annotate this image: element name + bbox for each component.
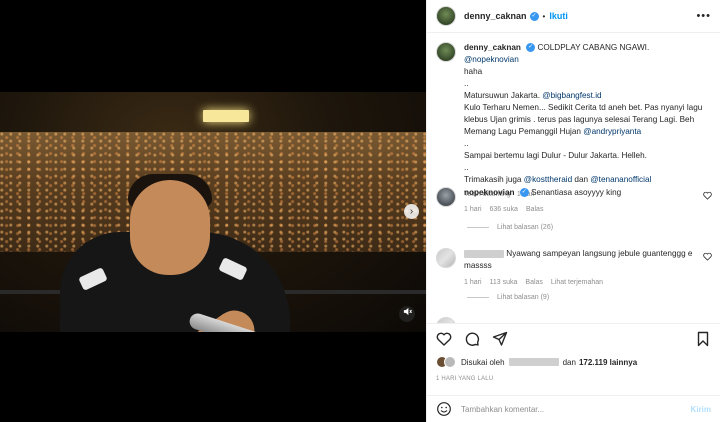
comment-input[interactable] <box>461 404 681 414</box>
mention-link[interactable]: @kosttheraid <box>524 175 572 184</box>
follow-button[interactable]: Ikuti <box>549 11 568 21</box>
comments-list[interactable]: denny_caknan ✓ COLDPLAY CABANG NGAWI. @n… <box>427 34 720 323</box>
shirt-print <box>78 267 108 291</box>
caption-line: Matursuwun Jakarta. <box>464 91 540 100</box>
caption-text: denny_caknan ✓ COLDPLAY CABANG NGAWI. @n… <box>464 42 706 201</box>
emoji-icon[interactable] <box>436 401 452 417</box>
caption-username[interactable]: denny_caknan <box>464 43 521 52</box>
caption-line: haha <box>464 67 483 76</box>
comment-time[interactable]: 1 hari <box>464 277 482 289</box>
avatar <box>444 356 456 368</box>
translate-button[interactable]: Lihat terjemahan <box>551 277 603 289</box>
caption-line: dan <box>574 175 589 184</box>
replies-divider <box>467 297 489 298</box>
caption-line: COLDPLAY CABANG NGAWI. <box>537 43 650 52</box>
avatar[interactable] <box>436 187 456 207</box>
replies-divider <box>467 227 489 228</box>
likes-summary[interactable]: Disukai oleh dan 172.119 lainnya <box>436 356 637 368</box>
bookmark-icon[interactable] <box>695 331 711 347</box>
reply-button[interactable]: Balas <box>525 277 543 289</box>
more-icon[interactable]: ••• <box>696 10 711 22</box>
stage-screen <box>203 110 249 122</box>
post-photo[interactable] <box>0 92 426 332</box>
caption-line: .. <box>464 139 469 148</box>
comment-text: Senantiasa asoyyyy king <box>531 188 622 197</box>
liker-username-redacted[interactable] <box>508 358 559 366</box>
view-replies-button[interactable]: Lihat balasan (26) <box>467 224 553 231</box>
comment-item: Nyawang sampeyan langsung jebule guanten… <box>436 248 716 289</box>
comment-composer: Kirim <box>427 395 720 422</box>
comment-meta: 1 hari 113 suka Balas Lihat terjemahan <box>464 277 696 289</box>
avatar[interactable] <box>436 248 456 268</box>
mention-link[interactable]: @andrypriyanta <box>583 127 641 136</box>
post-comment-button[interactable]: Kirim <box>691 405 711 414</box>
view-replies-button[interactable]: Lihat balasan (9) <box>467 294 549 301</box>
comment-body: nopeknovian ✓ Senantiasa asoyyyy king 1 … <box>464 187 696 216</box>
caption: denny_caknan ✓ COLDPLAY CABANG NGAWI. @n… <box>436 42 716 201</box>
mention-link[interactable]: @bigbangfest.id <box>542 91 601 100</box>
liker-avatars <box>436 356 456 368</box>
caption-line: .. <box>464 79 469 88</box>
view-replies-label: Lihat balasan (26) <box>497 224 554 231</box>
share-icon[interactable] <box>492 331 508 347</box>
verified-icon: ✓ <box>526 43 536 53</box>
singer-face <box>130 180 210 275</box>
post-header: denny_caknan ✓ • Ikuti ••• <box>427 0 720 33</box>
sound-muted-icon[interactable] <box>399 306 415 322</box>
view-replies-label: Lihat balasan (9) <box>497 294 550 301</box>
avatar[interactable] <box>436 6 456 26</box>
likes-count[interactable]: 172.119 lainnya <box>579 358 637 367</box>
heart-icon[interactable] <box>703 191 712 200</box>
heart-icon[interactable] <box>436 331 452 347</box>
verified-icon: ✓ <box>529 11 539 21</box>
caption-line: Sampai bertemu lagi Dulur - Dulur Jakart… <box>464 151 647 160</box>
mention-link[interactable]: @nopeknovian <box>464 55 519 64</box>
likes-and-label: dan <box>562 357 576 367</box>
post-panel: denny_caknan ✓ • Ikuti ••• denny_caknan … <box>426 0 720 422</box>
author-username[interactable]: denny_caknan <box>464 11 527 21</box>
post-dialog: › denny_caknan ✓ • Ikuti ••• denny_cakna… <box>0 0 720 422</box>
verified-icon: ✓ <box>519 188 529 198</box>
mention-link[interactable]: @tenananofficial <box>590 175 651 184</box>
comment-icon[interactable] <box>464 331 480 347</box>
avatar[interactable] <box>436 42 456 62</box>
comment-likes[interactable]: 113 suka <box>490 277 518 289</box>
comment-item: nopeknovian ✓ Senantiasa asoyyyy king 1 … <box>436 187 716 216</box>
shirt-print <box>218 257 248 281</box>
heart-icon[interactable] <box>703 252 712 261</box>
caption-line: .. <box>464 163 469 172</box>
chevron-right-icon[interactable]: › <box>404 204 419 219</box>
liked-by-label: Disukai oleh <box>461 357 505 367</box>
comment-time[interactable]: 1 hari <box>464 204 482 216</box>
post-actions: Disukai oleh dan 172.119 lainnya 1 HARI … <box>427 323 720 421</box>
separator-dot: • <box>542 11 546 21</box>
media-pane: › <box>0 0 426 422</box>
comment-username-redacted[interactable] <box>464 249 504 258</box>
action-icons <box>436 331 508 347</box>
comment-body: Nyawang sampeyan langsung jebule guanten… <box>464 248 696 289</box>
comment-meta: 1 hari 636 suka Balas <box>464 204 696 216</box>
post-time[interactable]: 1 HARI YANG LALU <box>436 376 493 382</box>
reply-button[interactable]: Balas <box>526 204 544 216</box>
comment-username[interactable]: nopeknovian <box>464 188 515 197</box>
comment-likes[interactable]: 636 suka <box>490 204 518 216</box>
caption-line: Trimakasih juga <box>464 175 522 184</box>
